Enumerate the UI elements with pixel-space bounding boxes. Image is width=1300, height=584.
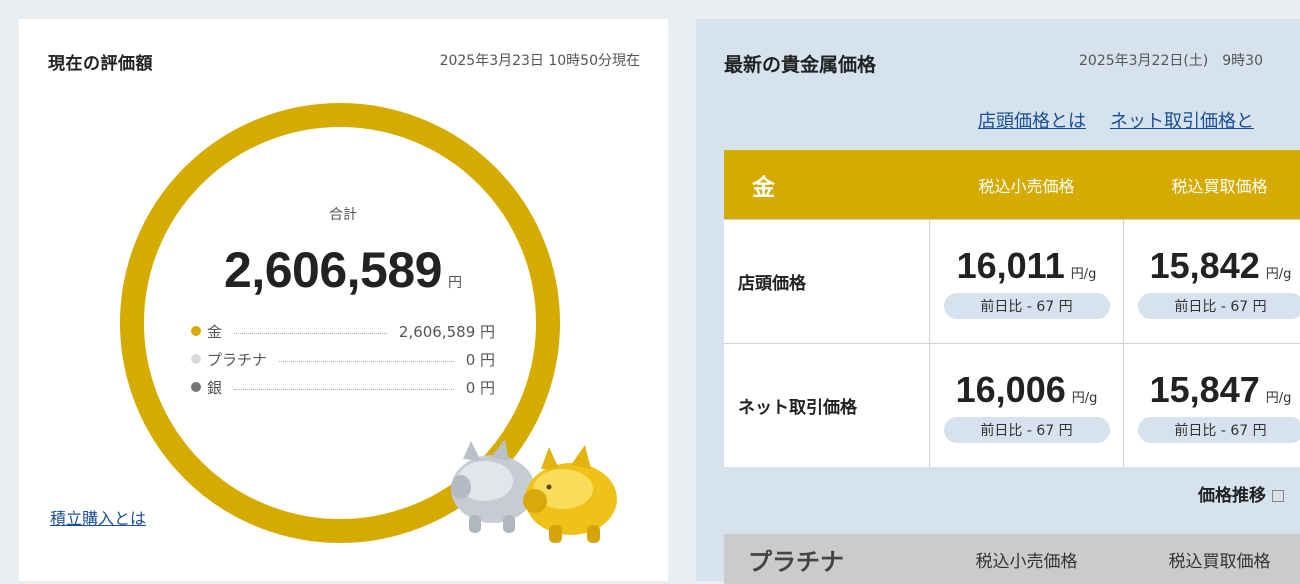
price-value: 16,006 xyxy=(956,369,1066,410)
valuation-title: 現在の評価額 xyxy=(48,49,153,74)
total-value: 2,606,589 xyxy=(224,242,442,298)
total-label: 合計 xyxy=(19,204,667,224)
external-window-icon xyxy=(1272,490,1284,502)
day-change-badge: 前日比 - 67 円 xyxy=(1138,293,1300,319)
leader-line xyxy=(279,361,454,362)
prices-card: 最新の貴金属価格 2025年3月22日(土) 9時30 店頭価格とはネット取引価… xyxy=(696,19,1300,581)
platinum-table-header: プラチナ 税込小売価格 税込買取価格 xyxy=(724,534,1300,584)
total-unit: 円 xyxy=(448,275,462,291)
row-label-store-price: 店頭価格 xyxy=(724,220,930,343)
price-unit: 円/g xyxy=(1266,391,1292,406)
buyback-price-column-header: 税込買取価格 xyxy=(1123,547,1300,572)
price-trend-label: 価格推移 xyxy=(1198,486,1266,506)
retail-price-column-header: 税込小売価格 xyxy=(930,173,1123,197)
retail-price-column-header: 税込小売価格 xyxy=(930,547,1123,572)
gold-table-header: 金 税込小売価格 税込買取価格 xyxy=(724,150,1300,219)
price-unit: 円/g xyxy=(1071,267,1097,282)
price-cell: 16,006 円/g 前日比 - 67 円 xyxy=(930,344,1124,467)
price-value: 15,842 xyxy=(1150,245,1260,286)
silver-dot-icon xyxy=(191,382,201,392)
gold-dot-icon xyxy=(191,326,201,336)
breakdown-value: 0 円 xyxy=(466,377,495,398)
total-amount: 2,606,589 円 xyxy=(19,241,667,299)
day-change-badge: 前日比 - 67 円 xyxy=(1138,417,1300,443)
piggy-banks-illustration xyxy=(431,429,631,549)
table-row: 店頭価格 16,011 円/g 前日比 - 67 円 15,842 円/g 前日比 … xyxy=(724,219,1300,343)
buyback-price-column-header: 税込買取価格 xyxy=(1123,173,1300,197)
breakdown-item-gold: 金 2,606,589 円 xyxy=(191,317,495,345)
platinum-metal-label: プラチナ xyxy=(724,542,930,577)
price-cell: 15,842 円/g 前日比 - 67 円 xyxy=(1124,220,1300,343)
gold-piggy-bank-icon xyxy=(523,445,617,543)
breakdown-label: プラチナ xyxy=(207,349,267,370)
price-trend-link[interactable]: 価格推移 xyxy=(1198,481,1284,506)
price-cell: 15,847 円/g 前日比 - 67 円 xyxy=(1124,344,1300,467)
row-label-net-price: ネット取引価格 xyxy=(724,344,930,467)
breakdown-label: 銀 xyxy=(207,377,222,398)
table-row: ネット取引価格 16,006 円/g 前日比 - 67 円 15,847 円/g 前… xyxy=(724,343,1300,467)
accumulation-purchase-link[interactable]: 積立購入とは xyxy=(50,505,146,529)
price-value: 16,011 xyxy=(957,245,1065,286)
price-info-links: 店頭価格とは ネット取引価格と xyxy=(978,107,1278,133)
prices-title: 最新の貴金属価格 xyxy=(724,50,876,77)
gold-price-table: 金 税込小売価格 税込買取価格 店頭価格 16,011 円/g 前日比 - 67 … xyxy=(724,150,1300,467)
valuation-timestamp: 2025年3月23日 10時50分現在 xyxy=(440,50,640,70)
breakdown-item-silver: 銀 0 円 xyxy=(191,373,495,401)
gold-metal-label: 金 xyxy=(724,168,930,202)
platinum-dot-icon xyxy=(191,354,201,364)
price-unit: 円/g xyxy=(1266,267,1292,282)
day-change-badge: 前日比 - 67 円 xyxy=(944,293,1110,319)
breakdown-label: 金 xyxy=(207,321,222,342)
price-unit: 円/g xyxy=(1072,391,1098,406)
day-change-badge: 前日比 - 67 円 xyxy=(944,417,1110,443)
net-price-info-link[interactable]: ネット取引価格と xyxy=(1110,111,1254,132)
leader-line xyxy=(234,333,387,334)
silver-piggy-bank-icon xyxy=(451,439,535,533)
breakdown-item-platinum: プラチナ 0 円 xyxy=(191,345,495,373)
breakdown-value: 0 円 xyxy=(466,349,495,370)
valuation-card: 現在の評価額 2025年3月23日 10時50分現在 合計 2,606,589 円… xyxy=(19,19,668,581)
store-price-info-link[interactable]: 店頭価格とは xyxy=(978,111,1086,132)
leader-line xyxy=(234,389,454,390)
price-cell: 16,011 円/g 前日比 - 67 円 xyxy=(930,220,1124,343)
breakdown-value: 2,606,589 円 xyxy=(399,321,495,342)
prices-timestamp: 2025年3月22日(土) 9時30 xyxy=(1079,50,1263,70)
breakdown-list: 金 2,606,589 円 プラチナ 0 円 銀 0 円 xyxy=(191,317,495,401)
price-value: 15,847 xyxy=(1150,369,1260,410)
